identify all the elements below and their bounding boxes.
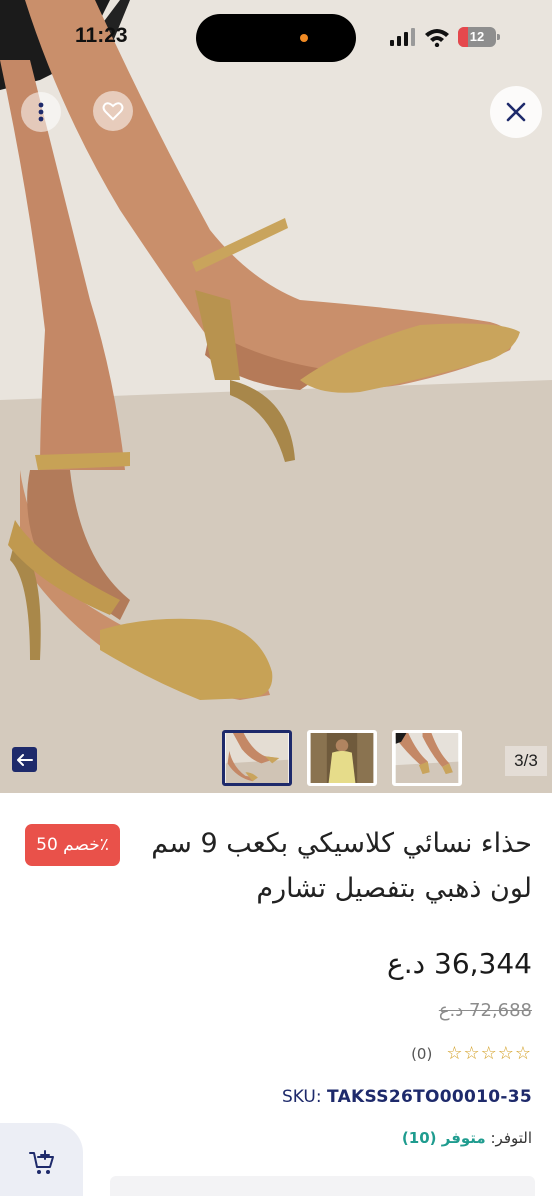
sku-label: SKU: <box>281 1087 322 1107</box>
wifi-icon <box>425 29 449 47</box>
battery-level: 12 <box>469 29 485 44</box>
thumbnail-image <box>395 733 459 783</box>
battery-icon: 12 <box>458 27 500 47</box>
product-image-gallery[interactable]: 11:23 12 3/3 <box>0 0 552 793</box>
image-counter: 3/3 <box>505 746 547 776</box>
sku-value: TAKSS26TO00010-35 <box>327 1087 532 1107</box>
close-button[interactable] <box>490 86 542 138</box>
gallery-thumbnail-2[interactable] <box>307 730 377 786</box>
availability-value: متوفر (10) <box>401 1129 486 1147</box>
availability-line: التوفر: متوفر (10) <box>402 1129 532 1147</box>
star-rating-icon: ☆☆☆☆☆ <box>446 1043 532 1064</box>
more-options-button[interactable] <box>21 92 61 132</box>
product-photo <box>0 0 552 793</box>
review-count: (0) <box>411 1044 433 1063</box>
availability-label: التوفر: <box>490 1129 532 1147</box>
add-to-cart-button[interactable] <box>0 1123 83 1196</box>
previous-image-button[interactable] <box>12 747 37 772</box>
bottom-panel-edge <box>110 1176 535 1196</box>
heart-icon <box>102 102 124 121</box>
product-details: خصم 50٪ حذاء نسائي كلاسيكي بكعب 9 سم لون… <box>0 793 552 1196</box>
vertical-dots-icon <box>38 102 44 122</box>
favorite-button[interactable] <box>93 91 133 131</box>
status-icons: 12 <box>390 26 500 48</box>
recording-indicator-icon <box>300 34 308 42</box>
close-icon <box>506 102 526 122</box>
gallery-thumbnail-3[interactable] <box>392 730 462 786</box>
thumbnail-image <box>310 733 374 783</box>
add-to-cart-icon <box>28 1150 54 1174</box>
product-title: حذاء نسائي كلاسيكي بكعب 9 سم لون ذهبي بت… <box>151 828 532 904</box>
current-price: 36,344 د.ع <box>387 947 532 980</box>
thumbnail-image <box>225 733 289 783</box>
product-rating[interactable]: (0) ☆☆☆☆☆ <box>411 1043 532 1064</box>
status-time: 11:23 <box>75 24 128 47</box>
discount-badge: خصم 50٪ <box>25 824 120 866</box>
sku-line: SKU: TAKSS26TO00010-35 <box>282 1087 532 1107</box>
gallery-thumbnail-1[interactable] <box>222 730 292 786</box>
original-price: 72,688 د.ع <box>438 1000 532 1021</box>
dynamic-island <box>196 14 356 62</box>
arrow-left-icon <box>16 753 33 766</box>
cellular-signal-icon <box>390 28 415 46</box>
